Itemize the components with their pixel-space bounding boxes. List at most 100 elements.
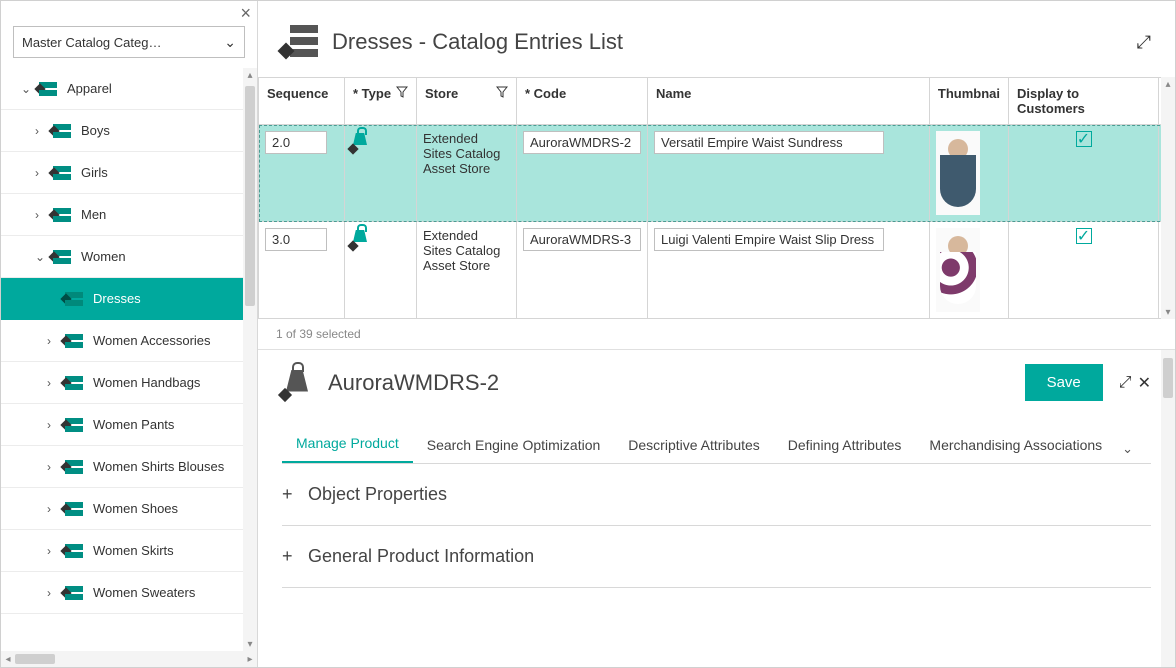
grid-scrollbar[interactable]: ▴ ▾ xyxy=(1161,77,1175,319)
tree-item-label: Women Handbags xyxy=(93,375,200,390)
grid-scroll-up-icon[interactable]: ▴ xyxy=(1161,77,1175,91)
code-input[interactable]: AuroraWMDRS-3 xyxy=(523,228,641,251)
category-icon xyxy=(53,124,71,138)
category-icon xyxy=(53,166,71,180)
category-icon xyxy=(39,82,57,96)
category-icon xyxy=(65,544,83,558)
tree-item-girls[interactable]: ›Girls xyxy=(1,152,257,194)
save-button[interactable]: Save xyxy=(1025,364,1103,401)
tab-defining-attributes[interactable]: Defining Attributes xyxy=(774,427,916,463)
sidebar: × Master Catalog Categ… ⌄ ⌄Apparel›Boys›… xyxy=(1,1,258,667)
tree-item-label: Men xyxy=(81,207,106,222)
code-input[interactable]: AuroraWMDRS-2 xyxy=(523,131,641,154)
thumbnail-image xyxy=(936,131,980,215)
tree-item-label: Boys xyxy=(81,123,110,138)
detail-scrollbar[interactable] xyxy=(1161,350,1175,667)
detail-tabs: Manage ProductSearch Engine Optimization… xyxy=(282,425,1151,464)
col-store[interactable]: Store xyxy=(417,78,517,125)
tabs-overflow-icon[interactable]: ⌄ xyxy=(1116,435,1139,463)
thumbnail-image xyxy=(936,228,980,312)
tree-item-men[interactable]: ›Men xyxy=(1,194,257,236)
tree-item-women-accessories[interactable]: ›Women Accessories xyxy=(1,320,257,362)
category-icon xyxy=(53,208,71,222)
detail-title: AuroraWMDRS-2 xyxy=(328,370,499,396)
list-header: Dresses - Catalog Entries List ⤢ xyxy=(258,1,1175,77)
tree-item-label: Women Shirts Blouses xyxy=(93,459,224,474)
grid-scroll-down-icon[interactable]: ▾ xyxy=(1161,305,1175,319)
tree-item-apparel[interactable]: ⌄Apparel xyxy=(1,68,257,110)
expand-section-icon[interactable]: + xyxy=(282,484,298,505)
sidebar-close-icon[interactable]: × xyxy=(240,3,251,24)
tree-item-women-pants[interactable]: ›Women Pants xyxy=(1,404,257,446)
sequence-input[interactable]: 3.0 xyxy=(265,228,327,251)
name-input[interactable]: Versatil Empire Waist Sundress xyxy=(654,131,884,154)
scroll-left-icon[interactable]: ◂ xyxy=(1,654,15,665)
tree-item-women-handbags[interactable]: ›Women Handbags xyxy=(1,362,257,404)
sidebar-hscrollbar[interactable]: ◂ ▸ xyxy=(1,651,257,667)
section-object-properties[interactable]: +Object Properties xyxy=(282,464,1151,526)
scroll-down-icon[interactable]: ▾ xyxy=(243,637,257,651)
tree-item-women-skirts[interactable]: ›Women Skirts xyxy=(1,530,257,572)
sequence-input[interactable]: 2.0 xyxy=(265,131,327,154)
selection-status: 1 of 39 selected xyxy=(258,319,1175,349)
tree-item-women-shirts-blouses[interactable]: ›Women Shirts Blouses xyxy=(1,446,257,488)
col-name[interactable]: Name xyxy=(648,78,930,125)
expand-detail-icon[interactable]: ⤢ xyxy=(1119,374,1132,392)
product-type-icon xyxy=(351,131,371,151)
grid-wrap: Sequence * Type Store * Code Name Thumbn… xyxy=(258,77,1175,319)
tree-item-women[interactable]: ⌄Women xyxy=(1,236,257,278)
product-type-icon xyxy=(351,228,371,248)
display-checkbox[interactable]: ✓ xyxy=(1076,131,1092,147)
category-icon xyxy=(65,502,83,516)
scroll-right-icon[interactable]: ▸ xyxy=(243,654,257,665)
tree-item-women-shoes[interactable]: ›Women Shoes xyxy=(1,488,257,530)
tab-manage-product[interactable]: Manage Product xyxy=(282,425,413,464)
col-thumbnail[interactable]: Thumbnai xyxy=(929,78,1008,125)
tree-item-women-sweaters[interactable]: ›Women Sweaters xyxy=(1,572,257,614)
section-general-product-information[interactable]: +General Product Information xyxy=(282,526,1151,588)
col-code[interactable]: * Code xyxy=(517,78,648,125)
tab-merchandising-associations[interactable]: Merchandising Associations xyxy=(915,427,1116,463)
col-display[interactable]: Display to Customers xyxy=(1009,78,1159,125)
tree-item-dresses[interactable]: Dresses xyxy=(1,278,257,320)
category-icon xyxy=(65,586,83,600)
expand-section-icon[interactable]: + xyxy=(282,546,298,567)
col-sequence[interactable]: Sequence xyxy=(259,78,345,125)
hscroll-thumb[interactable] xyxy=(15,654,55,664)
category-icon xyxy=(53,250,71,264)
list-title: Dresses - Catalog Entries List xyxy=(332,29,623,55)
detail-header: AuroraWMDRS-2 Save ⤢ ✕ xyxy=(282,364,1151,401)
tree-item-label: Apparel xyxy=(67,81,112,96)
tab-descriptive-attributes[interactable]: Descriptive Attributes xyxy=(614,427,774,463)
main-panel: Dresses - Catalog Entries List ⤢ Sequenc… xyxy=(258,1,1175,667)
display-checkbox[interactable]: ✓ xyxy=(1076,228,1092,244)
table-row[interactable]: 2.0Extended Sites Catalog Asset StoreAur… xyxy=(259,125,1175,222)
filter-store-icon[interactable] xyxy=(496,86,508,101)
catalog-dropdown[interactable]: Master Catalog Categ… ⌄ xyxy=(13,26,245,58)
tree-scrollbar[interactable]: ▴ ▾ xyxy=(243,68,257,651)
tree-item-label: Women Accessories xyxy=(93,333,211,348)
filter-type-icon[interactable] xyxy=(396,86,408,101)
catalog-dropdown-label: Master Catalog Categ… xyxy=(22,35,161,50)
category-icon xyxy=(65,460,83,474)
tree-item-boys[interactable]: ›Boys xyxy=(1,110,257,152)
scroll-thumb[interactable] xyxy=(245,86,255,306)
tree-item-label: Women Skirts xyxy=(93,543,174,558)
tree-item-label: Girls xyxy=(81,165,108,180)
tree-item-label: Women Pants xyxy=(93,417,174,432)
product-icon xyxy=(282,366,316,400)
close-detail-icon[interactable]: ✕ xyxy=(1138,373,1151,393)
detail-panel: AuroraWMDRS-2 Save ⤢ ✕ Manage ProductSea… xyxy=(258,349,1175,667)
table-row[interactable]: 3.0Extended Sites Catalog Asset StoreAur… xyxy=(259,222,1175,319)
scroll-up-icon[interactable]: ▴ xyxy=(243,68,257,82)
tab-search-engine-optimization[interactable]: Search Engine Optimization xyxy=(413,427,615,463)
detail-scroll-thumb[interactable] xyxy=(1163,358,1173,398)
category-icon xyxy=(65,334,83,348)
tree-item-label: Women Shoes xyxy=(93,501,178,516)
col-type[interactable]: * Type xyxy=(345,78,417,125)
expand-list-icon[interactable]: ⤢ xyxy=(1137,32,1151,53)
chevron-down-icon: ⌄ xyxy=(224,34,236,51)
category-icon xyxy=(65,376,83,390)
name-input[interactable]: Luigi Valenti Empire Waist Slip Dress xyxy=(654,228,884,251)
catalog-entries-table: Sequence * Type Store * Code Name Thumbn… xyxy=(258,77,1175,319)
